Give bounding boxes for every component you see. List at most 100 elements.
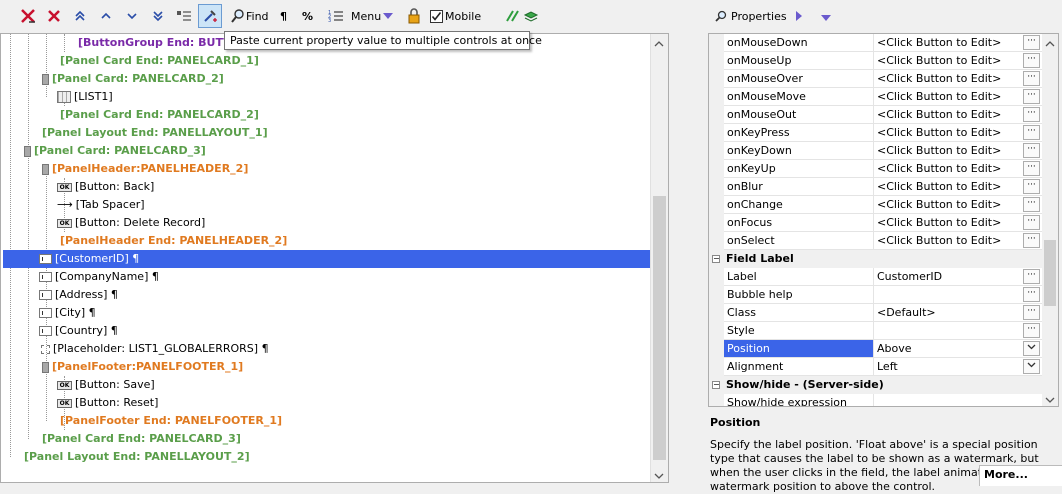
ellipsis-button[interactable]: ··· [1023, 287, 1040, 302]
move-up-icon[interactable] [96, 6, 116, 26]
scroll-up-icon[interactable] [654, 38, 664, 51]
tree-node[interactable]: ⟶ [Tab Spacer] [57, 196, 145, 214]
property-value[interactable] [874, 322, 1022, 339]
tree-node[interactable]: OK [Button: Save] [57, 376, 155, 394]
ellipsis-button[interactable]: ··· [1023, 35, 1040, 50]
ellipsis-button[interactable]: ··· [1023, 197, 1040, 212]
tree-node[interactable]: [LIST1] [57, 88, 113, 106]
property-row[interactable]: Class <Default> ··· [709, 304, 1042, 322]
property-value[interactable]: Left [874, 358, 1022, 375]
ellipsis-button[interactable]: ··· [1023, 107, 1040, 122]
collapse-icon[interactable]: − [712, 255, 720, 263]
stack-icon[interactable] [521, 6, 541, 26]
tree-node[interactable]: [Country] ¶ [39, 322, 118, 340]
find-button-label[interactable]: Find [246, 10, 269, 23]
property-value[interactable]: <Click Button to Edit> [874, 70, 1022, 87]
tree-node[interactable]: [PanelHeader End: PANELHEADER_2] [60, 232, 287, 250]
property-row[interactable]: onKeyUp <Click Button to Edit> ··· [709, 160, 1042, 178]
scroll-down-icon[interactable] [1045, 394, 1055, 406]
property-row[interactable]: onKeyPress <Click Button to Edit> ··· [709, 124, 1042, 142]
ellipsis-button[interactable]: ··· [1023, 125, 1040, 140]
tree-node[interactable]: [CompanyName] ¶ [39, 268, 159, 286]
properties-scrollbar[interactable] [1042, 34, 1058, 406]
tree-node[interactable]: [PanelFooter:PANELFOOTER_1] [42, 358, 243, 376]
comment-icon[interactable] [503, 6, 523, 26]
tree-node[interactable]: [Address] ¶ [39, 286, 118, 304]
dropdown-button[interactable] [1023, 359, 1040, 374]
property-value[interactable]: <Click Button to Edit> [874, 232, 1022, 249]
scroll-thumb[interactable] [1044, 240, 1056, 306]
move-down-icon[interactable] [122, 6, 142, 26]
property-row[interactable]: onFocus <Click Button to Edit> ··· [709, 214, 1042, 232]
scroll-down-icon[interactable] [654, 470, 664, 482]
numbered-list-icon[interactable]: 123 [326, 6, 346, 26]
indent-icon[interactable] [174, 6, 194, 26]
tree-node[interactable]: [PanelHeader:PANELHEADER_2] [42, 160, 248, 178]
property-row-selected[interactable]: Position Above [709, 340, 1042, 358]
property-value[interactable]: <Click Button to Edit> [874, 214, 1022, 231]
property-value[interactable]: <Click Button to Edit> [874, 106, 1022, 123]
tree-node[interactable]: [Panel Card: PANELCARD_2] [42, 70, 224, 88]
mobile-checkbox[interactable] [426, 6, 446, 26]
property-row[interactable]: onMouseDown <Click Button to Edit> ··· [709, 34, 1042, 52]
property-value[interactable]: <Click Button to Edit> [874, 124, 1022, 141]
property-value[interactable]: <Click Button to Edit> [874, 88, 1022, 105]
ellipsis-button[interactable]: ··· [1023, 143, 1040, 158]
property-row[interactable]: onChange <Click Button to Edit> ··· [709, 196, 1042, 214]
ellipsis-button[interactable]: ··· [1023, 89, 1040, 104]
scroll-thumb[interactable] [653, 196, 666, 460]
property-row[interactable]: onBlur <Click Button to Edit> ··· [709, 178, 1042, 196]
move-top-icon[interactable] [70, 6, 90, 26]
ellipsis-button[interactable]: ··· [1023, 215, 1040, 230]
tree-scrollbar[interactable] [650, 34, 668, 482]
page-structure-tree[interactable]: [ButtonGroup End: BUTTON [Panel Card End… [0, 33, 669, 483]
ellipsis-button[interactable]: ··· [1023, 233, 1040, 248]
tree-node-selected[interactable]: [CustomerID] ¶ [3, 250, 651, 268]
tree-node[interactable]: [Panel Card End: PANELCARD_1] [60, 52, 259, 70]
ellipsis-button[interactable]: ··· [1023, 269, 1040, 284]
ellipsis-button[interactable]: ··· [1023, 305, 1040, 320]
property-row[interactable]: Label CustomerID ··· [709, 268, 1042, 286]
category-field-label[interactable]: − Field Label [709, 250, 1042, 268]
property-row[interactable]: onMouseUp <Click Button to Edit> ··· [709, 52, 1042, 70]
delete-icon[interactable] [44, 6, 64, 26]
paste-property-icon[interactable] [198, 4, 222, 28]
property-row[interactable]: onKeyDown <Click Button to Edit> ··· [709, 142, 1042, 160]
delete-all-icon[interactable] [18, 6, 38, 26]
ellipsis-button[interactable]: ··· [1023, 161, 1040, 176]
property-row[interactable]: Bubble help ··· [709, 286, 1042, 304]
more-button[interactable]: More... [979, 465, 1062, 486]
category-showhide[interactable]: − Show/hide - (Server-side) [709, 376, 1042, 394]
property-value[interactable]: <Click Button to Edit> [874, 178, 1022, 195]
property-value[interactable]: <Default> [874, 304, 1022, 321]
tree-node[interactable]: [City] ¶ [39, 304, 96, 322]
menu-button-label[interactable]: Menu [351, 10, 381, 23]
dropdown-button[interactable] [1023, 341, 1040, 356]
property-value[interactable]: <Click Button to Edit> [874, 142, 1022, 159]
move-bottom-icon[interactable] [148, 6, 168, 26]
tree-node[interactable]: [Panel Card End: PANELCARD_3] [42, 430, 241, 448]
chevron-down-icon[interactable] [820, 12, 832, 25]
ellipsis-button[interactable]: ··· [1023, 323, 1040, 338]
chevron-down-icon[interactable] [378, 6, 398, 26]
property-row[interactable]: Alignment Left [709, 358, 1042, 376]
property-value[interactable]: <Click Button to Edit> [874, 52, 1022, 69]
tree-node[interactable]: [Panel Card: PANELCARD_3] [24, 142, 206, 160]
property-value[interactable]: CustomerID [874, 268, 1022, 285]
tree-node[interactable]: OK [Button: Delete Record] [57, 214, 205, 232]
property-row[interactable]: onSelect <Click Button to Edit> ··· [709, 232, 1042, 250]
ellipsis-button[interactable]: ··· [1023, 53, 1040, 68]
chevron-right-icon[interactable] [795, 10, 803, 25]
properties-title[interactable]: Properties [731, 10, 787, 23]
property-value[interactable]: <Click Button to Edit> [874, 196, 1022, 213]
tree-node[interactable]: OK [Button: Reset] [57, 394, 158, 412]
property-row[interactable]: onMouseMove <Click Button to Edit> ··· [709, 88, 1042, 106]
tree-node[interactable]: OK [Button: Back] [57, 178, 154, 196]
property-value[interactable]: <Click Button to Edit> [874, 160, 1022, 177]
tree-node[interactable]: [Placeholder: LIST1_GLOBALERRORS] ¶ [41, 340, 269, 358]
tree-node[interactable]: [Panel Card End: PANELCARD_2] [60, 106, 259, 124]
lock-icon[interactable] [404, 6, 424, 26]
ellipsis-button[interactable]: ··· [1023, 179, 1040, 194]
property-value[interactable] [874, 394, 1022, 406]
tree-node[interactable]: [Panel Layout End: PANELLAYOUT_1] [42, 124, 268, 142]
